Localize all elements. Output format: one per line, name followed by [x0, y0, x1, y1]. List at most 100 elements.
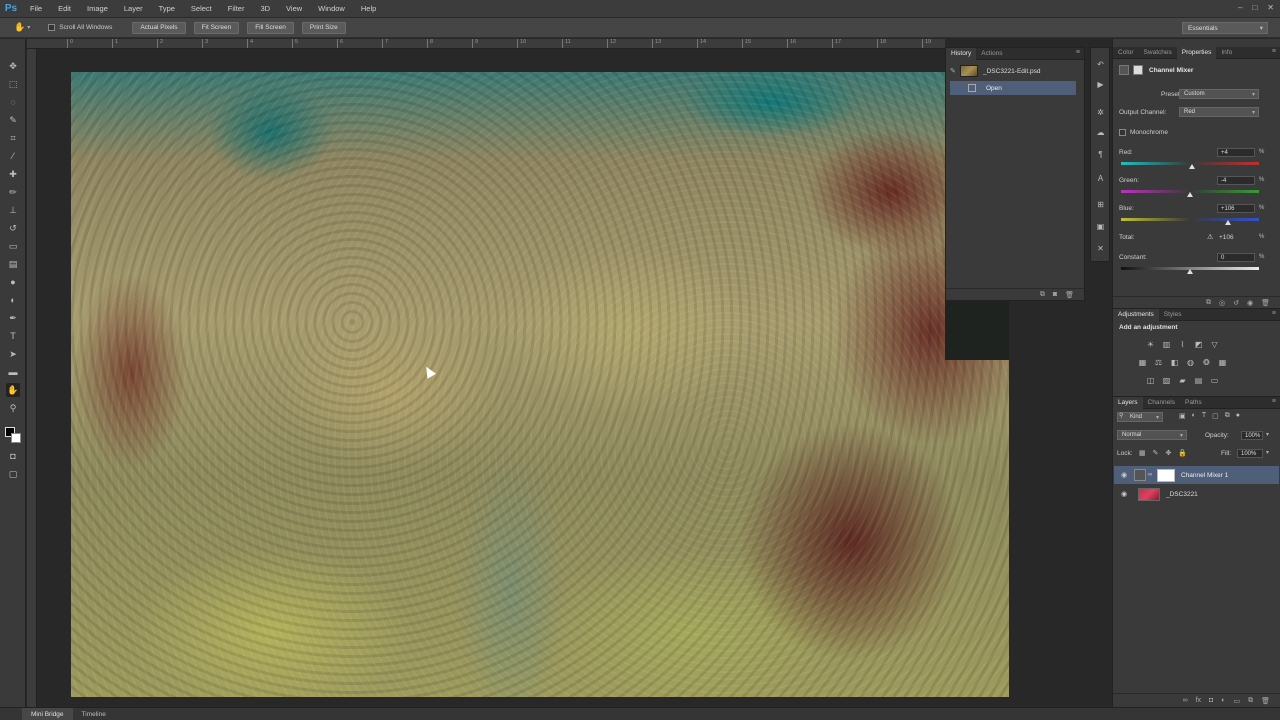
tab-actions[interactable]: Actions	[976, 48, 1007, 60]
blue-slider-thumb[interactable]	[1225, 220, 1231, 225]
green-slider-thumb[interactable]	[1187, 192, 1193, 197]
gradient-tool-icon[interactable]: ▤	[6, 257, 20, 271]
tab-history[interactable]: History	[946, 47, 977, 60]
monochrome-checkbox[interactable]	[1119, 129, 1126, 136]
clip-to-layer-icon[interactable]: ⧉	[1206, 299, 1211, 307]
threshold-icon[interactable]: ▰	[1177, 375, 1188, 386]
fill-input[interactable]: 100%	[1237, 449, 1263, 458]
trash-icon[interactable]: 🗑	[1065, 291, 1074, 299]
history-brush-source-icon[interactable]: ✎	[950, 67, 958, 75]
menu-view[interactable]: View	[278, 4, 310, 13]
menu-file[interactable]: File	[22, 4, 50, 13]
menu-window[interactable]: Window	[310, 4, 353, 13]
eraser-tool-icon[interactable]: ▭	[6, 239, 20, 253]
chevron-down-icon[interactable]: ▾	[1266, 431, 1269, 438]
smart-object-filter-icon[interactable]: ⧉	[1225, 412, 1230, 420]
selective-color-icon[interactable]: ▤	[1193, 375, 1204, 386]
tab-info[interactable]: Info	[1216, 47, 1237, 59]
menu-help[interactable]: Help	[353, 4, 384, 13]
brush-tool-icon[interactable]: ✏	[6, 185, 20, 199]
maximize-icon[interactable]: □	[1252, 3, 1257, 12]
tool-presets-icon[interactable]: ✲	[1094, 106, 1107, 119]
workspace-select[interactable]: Essentials	[1182, 22, 1268, 34]
tools-icon[interactable]: ✕	[1094, 242, 1107, 255]
history-state-open[interactable]: Open	[950, 81, 1076, 95]
scroll-all-checkbox[interactable]	[48, 24, 56, 31]
link-layers-icon[interactable]: ∞	[1183, 697, 1188, 704]
close-icon[interactable]: ✕	[1267, 3, 1274, 12]
history-brush-tool-icon[interactable]: ↺	[6, 221, 20, 235]
shape-filter-icon[interactable]: ▢	[1212, 412, 1219, 420]
monochrome-option[interactable]: Monochrome	[1119, 129, 1168, 136]
hand-tool-icon[interactable]: ✋	[6, 383, 20, 397]
actions-play-icon[interactable]: ▶	[1094, 78, 1107, 91]
panel-menu-icon[interactable]: ≡	[1076, 49, 1080, 56]
clone-stamp-tool-icon[interactable]: ⊥	[6, 203, 20, 217]
menu-type[interactable]: Type	[151, 4, 183, 13]
new-layer-icon[interactable]: ⧉	[1248, 697, 1253, 705]
tab-swatches[interactable]: Swatches	[1139, 47, 1177, 59]
trash-icon[interactable]: 🗑	[1261, 299, 1270, 307]
new-document-from-state-icon[interactable]: ⧉	[1040, 291, 1045, 299]
layer-style-icon[interactable]: fx	[1196, 697, 1201, 704]
tab-adjustments[interactable]: Adjustments	[1113, 308, 1159, 321]
pixel-filter-icon[interactable]: ▣	[1179, 412, 1186, 420]
tab-mini-bridge[interactable]: Mini Bridge	[22, 707, 73, 720]
panel-menu-icon[interactable]: ≡	[1272, 48, 1276, 55]
type-tool-icon[interactable]: T	[6, 329, 20, 343]
blend-mode-select[interactable]: Normal	[1117, 430, 1187, 440]
curves-icon[interactable]: ⌇	[1177, 339, 1188, 350]
lasso-tool-icon[interactable]: ◌	[6, 95, 20, 109]
visibility-eye-icon[interactable]: ◉	[1118, 471, 1130, 479]
paragraph-icon[interactable]: ¶	[1094, 148, 1107, 161]
tab-properties[interactable]: Properties	[1176, 46, 1217, 59]
history-icon[interactable]: ↶	[1094, 58, 1107, 71]
layer-comps-icon[interactable]: ▣	[1094, 220, 1107, 233]
visibility-icon[interactable]: ◉	[1247, 299, 1253, 307]
opacity-input[interactable]: 100%	[1241, 431, 1263, 440]
view-previous-icon[interactable]: ◎	[1219, 299, 1225, 307]
quick-mask-icon[interactable]: ◘	[6, 449, 20, 463]
blur-tool-icon[interactable]: ●	[6, 275, 20, 289]
adjustment-filter-icon[interactable]: ◐	[1192, 412, 1196, 420]
filter-toggle-icon[interactable]: ●	[1236, 412, 1240, 420]
print-size-button[interactable]: Print Size	[301, 21, 346, 34]
quick-select-tool-icon[interactable]: ✎	[6, 113, 20, 127]
menu-3d[interactable]: 3D	[252, 4, 278, 13]
panel-menu-icon[interactable]: ≡	[1272, 310, 1276, 317]
actual-pixels-button[interactable]: Actual Pixels	[132, 21, 186, 34]
shape-tool-icon[interactable]: ▬	[6, 365, 20, 379]
photo-filter-icon[interactable]: ◍	[1185, 357, 1196, 368]
type-filter-icon[interactable]: T	[1202, 412, 1206, 420]
tab-layers[interactable]: Layers	[1113, 396, 1143, 409]
eyedropper-tool-icon[interactable]: ⁄	[6, 149, 20, 163]
healing-brush-tool-icon[interactable]: ✚	[6, 167, 20, 181]
tab-paths[interactable]: Paths	[1180, 397, 1207, 409]
layer-mask-thumbnail[interactable]	[1157, 468, 1175, 482]
mask-icon[interactable]	[1133, 65, 1143, 75]
posterize-icon[interactable]: ▨	[1161, 375, 1172, 386]
dodge-tool-icon[interactable]: ◐	[6, 293, 20, 307]
screen-mode-icon[interactable]: ▢	[6, 467, 20, 481]
invert-icon[interactable]: ◫	[1145, 375, 1156, 386]
trash-icon[interactable]: 🗑	[1261, 697, 1270, 705]
constant-slider-thumb[interactable]	[1187, 269, 1193, 274]
exposure-icon[interactable]: ◩	[1193, 339, 1204, 350]
lock-pixels-icon[interactable]: ✎	[1153, 449, 1159, 457]
tab-color[interactable]: Color	[1113, 47, 1139, 59]
red-slider-thumb[interactable]	[1189, 164, 1195, 169]
constant-value-input[interactable]: 0	[1217, 253, 1255, 262]
panel-menu-icon[interactable]: ≡	[1272, 398, 1276, 405]
minimize-icon[interactable]: –	[1238, 3, 1242, 12]
blue-slider[interactable]	[1121, 218, 1259, 221]
background-color-swatch[interactable]	[11, 433, 21, 443]
hand-tool-icon[interactable]: ✋	[14, 22, 25, 33]
lock-transparent-icon[interactable]: ▦	[1139, 449, 1146, 457]
color-lookup-icon[interactable]: ▦	[1217, 357, 1228, 368]
brush-presets-icon[interactable]: ☁	[1094, 126, 1107, 139]
camera-snapshot-icon[interactable]: ◙	[1053, 291, 1057, 298]
preset-select[interactable]: Custom	[1179, 89, 1259, 99]
path-select-tool-icon[interactable]: ➤	[6, 347, 20, 361]
clone-source-icon[interactable]: ⊞	[1094, 198, 1107, 211]
black-white-icon[interactable]: ◧	[1169, 357, 1180, 368]
